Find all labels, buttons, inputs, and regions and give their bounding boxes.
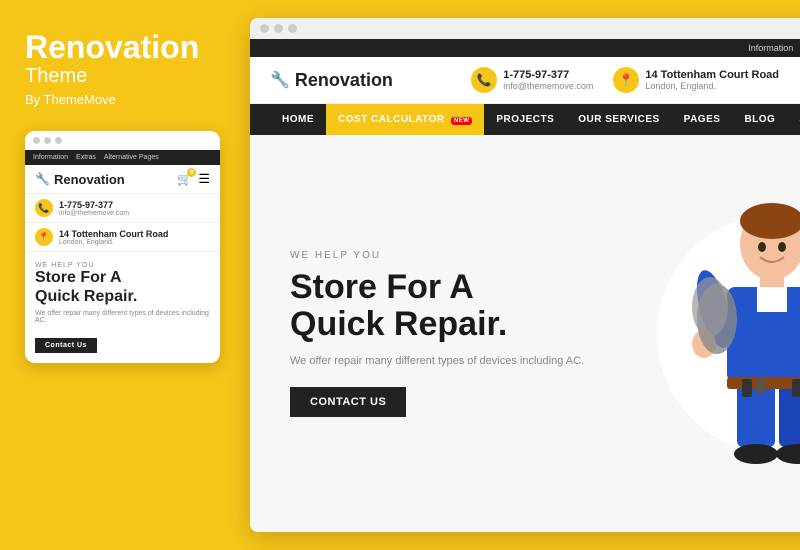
desktop-location-icon-circle: 📍 [613,67,639,93]
nav-projects[interactable]: PROJECTS [484,104,566,135]
desktop-mockup: Information Extras Alternative Pages 🔧 R… [250,18,800,532]
desktop-address-text: 14 Tottenham Court Road London, England. [645,69,779,91]
nav-badge-new: NEW [451,117,473,125]
mobile-phone-row: 📞 1-775-97-377 info@thememove.com [25,194,220,223]
mobile-nav-info[interactable]: Information [33,154,68,161]
mobile-email: info@thememove.com [59,210,129,217]
desktop-location-icon: 📍 [619,73,634,87]
right-panel: Information Extras Alternative Pages 🔧 R… [240,0,800,550]
mobile-logo: 🔧 Renovation [35,172,125,187]
dot-2 [44,137,51,144]
dot-3 [55,137,62,144]
desktop-address-item: 📍 14 Tottenham Court Road London, Englan… [613,67,779,93]
wrench-icon: 🔧 [35,172,50,186]
desktop-logo: 🔧 Renovation [270,70,393,91]
desktop-hero: WE HELP YOU Store For A Quick Repair. We… [250,135,800,532]
phone-icon-circle: 📞 [35,199,53,217]
mobile-cta-button[interactable]: Contact Us [35,338,97,353]
mobile-phone-text: 1-775-97-377 info@thememove.com [59,200,129,217]
desktop-dot-2 [274,24,283,33]
mobile-phone-number: 1-775-97-377 [59,200,129,210]
nav-pages[interactable]: PAGES [672,104,733,135]
mobile-address-row: 📍 14 Tottenham Court Road London, Englan… [25,223,220,252]
mobile-header-icons: 🛒 0 ☰ [177,171,210,187]
mobile-address-text: 14 Tottenham Court Road London, England. [59,229,168,246]
desktop-contact-group: 📞 1-775-97-377 info@thememove.com 📍 14 T… [471,67,779,93]
hero-title-l1: Store For A [290,268,474,306]
desktop-topnav: Information Extras Alternative Pages [250,39,800,57]
desktop-dots-bar [250,18,800,39]
desktop-phone-item: 📞 1-775-97-377 info@thememove.com [471,67,593,93]
left-panel: Renovation Theme By ThemeMove Informatio… [0,0,240,550]
mobile-address-line2: London, England. [59,239,168,246]
desktop-nav-info[interactable]: Information [748,43,793,53]
mobile-nav-alt[interactable]: Alternative Pages [104,154,159,161]
desktop-dot-1 [260,24,269,33]
mobile-topnav: Information Extras Alternative Pages [25,150,220,165]
mobile-we-help: WE HELP YOU [35,262,210,269]
desktop-phone-icon-circle: 📞 [471,67,497,93]
desktop-email: info@thememove.com [503,81,593,91]
hero-subtitle: We offer repair many different types of … [290,355,590,367]
brand-by: By ThemeMove [25,92,220,107]
nav-blog[interactable]: BLOG [732,104,787,135]
mobile-logo-text: Renovation [54,172,125,187]
mobile-mockup: Information Extras Alternative Pages 🔧 R… [25,131,220,363]
desktop-logo-text: Renovation [295,70,393,91]
mobile-hero-title-l2: Quick Repair. [35,288,137,305]
mobile-cart[interactable]: 🛒 0 [177,172,192,186]
desktop-address-line1: 14 Tottenham Court Road [645,69,779,81]
mobile-hero-title: Store For A Quick Repair. [35,269,210,306]
hero-worker-image [617,145,800,522]
mobile-btn-row: Contact Us [25,328,220,353]
nav-services[interactable]: OUR SERVICES [566,104,671,135]
desktop-phone-icon: 📞 [477,73,492,87]
dot-1 [33,137,40,144]
desktop-dot-3 [288,24,297,33]
nav-shop[interactable]: SHOP [787,104,800,135]
mobile-dots-bar [25,131,220,150]
location-icon-circle: 📍 [35,228,53,246]
desktop-wrench-icon: 🔧 [270,70,290,90]
mobile-cart-badge: 0 [187,168,196,177]
desktop-navbar: HOME COST CALCULATOR NEW PROJECTS OUR SE… [250,104,800,135]
nav-cost-calc-label: COST CALCULATOR [338,114,445,125]
hero-title-l2: Quick Repair. [290,305,507,343]
brand-subtitle: Theme [25,65,220,88]
menu-icon[interactable]: ☰ [198,171,210,187]
desktop-header: 🔧 Renovation 📞 1-775-97-377 info@thememo… [250,57,800,104]
desktop-phone-number: 1-775-97-377 [503,69,593,81]
mobile-address-line1: 14 Tottenham Court Road [59,229,168,239]
brand-section: Renovation Theme By ThemeMove [25,30,220,107]
mobile-header: 🔧 Renovation 🛒 0 ☰ [25,165,220,194]
nav-cost-calculator[interactable]: COST CALCULATOR NEW [326,104,484,135]
brand-title: Renovation [25,30,220,65]
mobile-topnav-items: Information Extras Alternative Pages [33,154,159,161]
mobile-nav-extras[interactable]: Extras [76,154,96,161]
mobile-hero-sub: We offer repair many different types of … [35,310,210,324]
location-icon: 📍 [38,232,49,243]
desktop-address-line2: London, England. [645,81,779,91]
hero-cta-button[interactable]: Contact Us [290,387,406,417]
desktop-phone-text: 1-775-97-377 info@thememove.com [503,69,593,91]
worker-illustration [642,189,800,479]
phone-icon: 📞 [38,203,49,214]
mobile-hero-title-l1: Store For A [35,269,122,286]
nav-home[interactable]: HOME [270,104,326,135]
mobile-hero: WE HELP YOU Store For A Quick Repair. We… [25,252,220,328]
